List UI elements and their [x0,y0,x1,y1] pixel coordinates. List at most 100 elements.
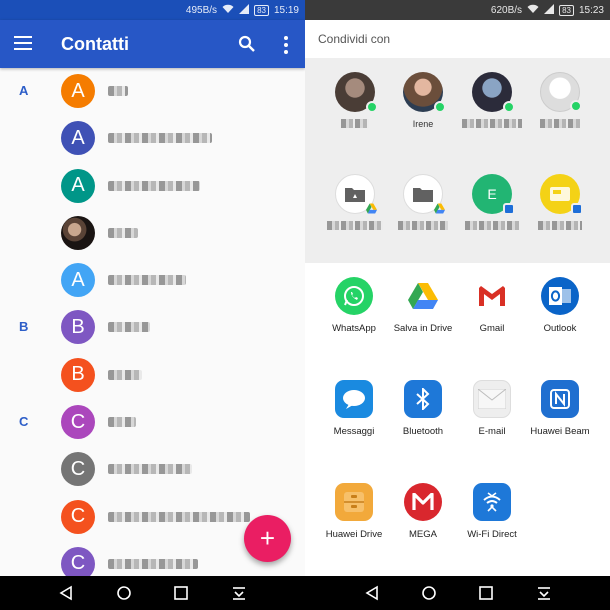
battery-icon: 83 [254,4,269,16]
share-app-wifi-direct[interactable]: Wi-Fi Direct [454,483,530,540]
app-label: Salva in Drive [393,323,453,334]
direct-target[interactable] [522,174,598,230]
whatsapp-badge-icon [503,101,515,113]
direct-target[interactable] [317,72,393,128]
battery-icon: 83 [559,4,574,16]
direct-target[interactable] [522,72,598,128]
wifi-direct-icon [473,483,511,521]
avatar: A [61,263,95,298]
contact-list: A A A A A B B B C C C C C [0,68,305,576]
recents-icon[interactable] [173,585,189,601]
app-label: Messaggi [333,426,375,437]
outlook-badge-icon [503,203,515,215]
contact-row[interactable]: A [0,115,305,162]
notification-pulldown-icon[interactable] [536,585,552,601]
whatsapp-badge-icon [570,100,582,112]
share-app-messaggi[interactable]: Messaggi [316,380,392,437]
back-icon[interactable] [364,585,380,601]
share-app-bluetooth[interactable]: Bluetooth [385,380,461,437]
signal-icon [239,3,250,17]
home-icon[interactable] [116,585,132,601]
app-label: Wi-Fi Direct [467,529,517,540]
share-app-drive[interactable]: Salva in Drive [385,277,461,334]
search-icon[interactable] [238,35,256,53]
home-icon[interactable] [421,585,437,601]
drive-folder-icon [335,174,377,214]
contact-letter-avatar: E [472,174,515,215]
notification-pulldown-icon[interactable] [231,585,247,601]
section-letter: A [19,83,29,98]
wifi-icon [222,4,234,17]
wifi-icon [527,4,539,17]
clock: 15:19 [273,4,299,16]
avatar: C [61,499,95,534]
status-bar: 495B/s 83 15:19 [0,0,305,20]
status-bar: 620B/s 83 15:23 [305,0,610,20]
contact-name-redacted [108,558,198,569]
contact-name-redacted [108,464,192,475]
huawei-drive-icon [335,483,373,521]
back-icon[interactable] [58,585,74,601]
direct-target[interactable] [317,174,393,230]
app-label: Outlook [543,323,577,334]
share-sheet-title: Condividi con [305,20,610,58]
share-app-whatsapp[interactable]: WhatsApp [316,277,392,334]
avatar: A [61,74,95,108]
contact-name-redacted [108,511,250,522]
share-app-grid: WhatsApp Salva in Drive Gmail Outlook Me… [305,263,610,576]
contacts-screen: 495B/s 83 15:19 Contatti A A A A A B B B… [0,0,305,576]
avatar: A [61,121,95,156]
whatsapp-icon [335,277,373,315]
contact-row[interactable]: B [0,352,305,399]
nfc-beam-icon [541,380,579,418]
direct-target[interactable] [385,174,461,230]
share-app-huawei-drive[interactable]: Huawei Drive [316,483,392,540]
app-label: Gmail [479,323,505,334]
target-name-redacted [465,221,519,230]
contact-name-redacted [108,275,186,286]
contact-row[interactable]: A [0,163,305,210]
contact-row[interactable]: C C [0,399,305,446]
direct-target[interactable]: Irene [385,72,461,131]
contact-name-redacted [108,180,200,191]
contact-row[interactable]: A A [0,68,305,115]
contact-name-redacted [108,417,136,428]
app-bar: Contatti [0,20,305,68]
direct-target[interactable] [454,72,530,128]
whatsapp-badge-icon [366,101,378,113]
share-app-mega[interactable]: MEGA [385,483,461,540]
avatar-photo [335,72,378,113]
target-name-redacted [540,119,580,128]
contact-name-redacted [108,133,212,144]
section-letter: B [19,319,29,335]
contact-row[interactable]: B B [0,304,305,351]
email-icon [473,380,511,418]
messages-icon [335,380,373,418]
share-sheet-screen: 620B/s 83 15:23 Condividi con Irene E Wh… [305,0,610,576]
avatar-photo [403,72,446,113]
system-navigation-bar [0,576,610,610]
mega-icon [404,483,442,521]
contact-row[interactable]: C [0,446,305,493]
share-app-huawei-beam[interactable]: Huawei Beam [522,380,598,437]
share-app-gmail[interactable]: Gmail [454,277,530,334]
folder-icon [403,174,445,214]
recents-icon[interactable] [478,585,494,601]
signal-icon [544,3,555,17]
whatsapp-badge-icon [434,101,446,113]
menu-icon[interactable] [14,36,32,50]
app-label: Huawei Drive [325,529,383,540]
contact-row[interactable]: A [0,257,305,304]
page-title: Contatti [61,34,129,54]
direct-target[interactable]: E [454,174,530,230]
avatar: C [61,405,95,440]
contact-row[interactable] [0,210,305,257]
app-label: Bluetooth [402,426,444,437]
section-letter: C [19,414,29,430]
target-name-redacted [462,119,522,128]
avatar: C [61,452,95,487]
add-contact-button[interactable]: + [244,515,291,562]
share-app-email[interactable]: E-mail [454,380,530,437]
share-app-outlook[interactable]: Outlook [522,277,598,334]
overflow-menu-icon[interactable] [280,34,292,54]
